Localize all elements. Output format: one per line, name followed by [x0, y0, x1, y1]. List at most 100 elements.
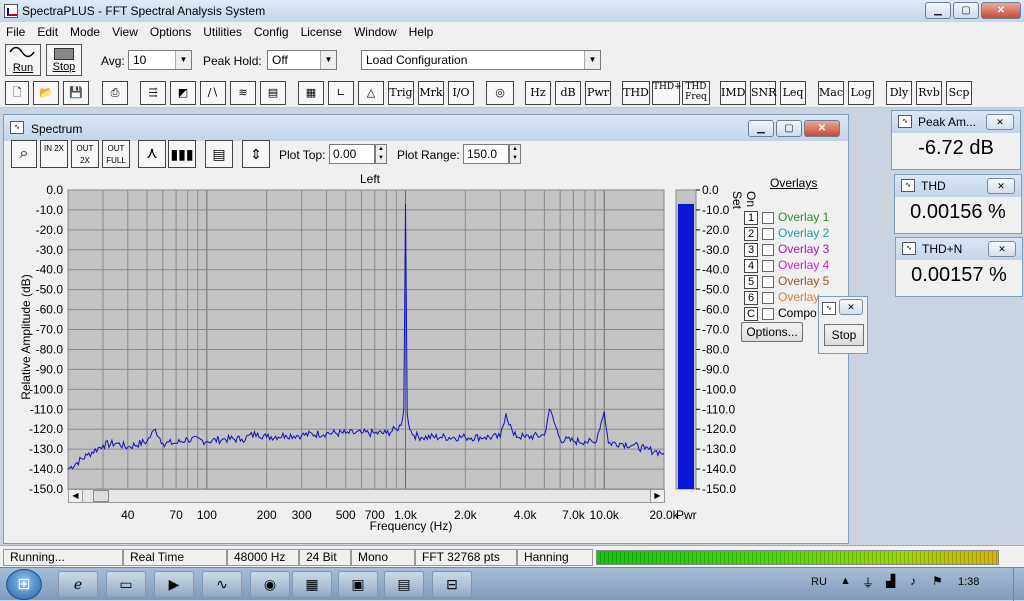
y-tick-label: -20.0 — [36, 223, 64, 237]
excel-icon[interactable]: ▦ — [292, 571, 332, 598]
pwr-tick-label: -60.0 — [702, 303, 730, 317]
spectraplus-taskbar-icon[interactable]: ⊟ — [432, 571, 472, 598]
stop-popup: ∿ ✕ Stop — [818, 296, 868, 354]
folder-icon[interactable]: ▭ — [106, 571, 146, 598]
status-mode: Real Time — [123, 549, 227, 566]
thd-value: 0.00156 % — [910, 201, 1006, 223]
overlay-row: 4 Overlay 4 — [744, 258, 844, 274]
overlay-set-button[interactable]: 3 — [744, 243, 758, 257]
chrome-icon[interactable]: ◉ — [250, 571, 290, 598]
volume-icon[interactable]: ♪ — [910, 574, 916, 588]
scroll-right-icon[interactable]: ▶ — [650, 490, 664, 502]
pwr-tick-label: -140.0 — [702, 462, 736, 476]
x-tick-label: 300 — [292, 508, 312, 522]
calculator-icon[interactable]: ▤ — [384, 571, 424, 598]
overlay-label: Overlay — [778, 290, 820, 304]
overlay-checkbox[interactable] — [762, 259, 774, 272]
x-tick-label: 500 — [336, 508, 356, 522]
x-tick-label: 200 — [257, 508, 277, 522]
overlay-row: 5 Overlay 5 — [744, 274, 844, 290]
overlay-row: 3 Overlay 3 — [744, 242, 844, 258]
y-tick-label: -70.0 — [36, 323, 64, 337]
clock[interactable]: 1:38 — [958, 576, 979, 588]
x-tick-label: 10.0k — [590, 508, 620, 522]
power-icon[interactable]: ⏚ — [862, 574, 874, 591]
waveform-app-icon[interactable]: ∿ — [202, 571, 242, 598]
overlay-row: 2 Overlay 2 — [744, 226, 844, 242]
meter-close-button[interactable]: ✕ — [986, 114, 1014, 130]
overlay-set-button[interactable]: 4 — [744, 259, 758, 273]
stop-generator-button[interactable]: Stop — [824, 324, 864, 346]
x-tick-label: 2.0k — [454, 508, 478, 522]
meter-thd[interactable]: ∿ THD ✕ 0.00156 % — [894, 174, 1022, 234]
y-tick-label: -30.0 — [36, 243, 64, 257]
plot-background — [67, 189, 665, 490]
overlay-checkbox[interactable] — [762, 211, 774, 224]
meter-title: THD — [921, 179, 946, 193]
flag-icon[interactable]: ⚑ — [932, 574, 943, 588]
pwr-tick-label: 0.0 — [702, 183, 719, 197]
overlay-checkbox[interactable] — [762, 227, 774, 240]
scroll-left-icon[interactable]: ◀ — [69, 490, 83, 502]
media-player-icon[interactable]: ▶ — [154, 571, 194, 598]
scroll-thumb[interactable] — [93, 490, 109, 502]
show-desktop-button[interactable] — [1013, 568, 1024, 601]
overlays-title: Overlays — [770, 176, 818, 190]
meter-peak-amplitude[interactable]: ∿ Peak Am... ✕ -6.72 dB — [891, 110, 1021, 170]
thdn-value: 0.00157 % — [911, 264, 1007, 286]
pwr-tick-label: -150.0 — [702, 482, 736, 496]
horizontal-scrollbar[interactable]: ◀ ▶ — [68, 489, 665, 503]
overlay-set-button[interactable]: 2 — [744, 227, 758, 241]
network-icon[interactable]: ▟ — [886, 574, 895, 588]
options-button[interactable]: Options... — [741, 322, 803, 342]
overlay-set-button[interactable]: C — [744, 307, 758, 321]
overlay-checkbox[interactable] — [762, 291, 774, 304]
save-app-icon[interactable]: ▣ — [338, 571, 378, 598]
overlay-label: Overlay 2 — [778, 226, 830, 240]
overlay-set-button[interactable]: 1 — [744, 211, 758, 225]
pwr-tick-label: -50.0 — [702, 283, 730, 297]
set-label: Set — [730, 191, 744, 210]
overlay-set-button[interactable]: 5 — [744, 275, 758, 289]
y-tick-label: -60.0 — [36, 303, 64, 317]
pwr-tick-label: -30.0 — [702, 243, 730, 257]
pwr-tick-label: -90.0 — [702, 362, 730, 376]
overlay-checkbox[interactable] — [762, 307, 774, 320]
status-fft: FFT 32768 pts — [415, 549, 517, 566]
stop-popup-close-button[interactable]: ✕ — [839, 299, 863, 315]
overlay-checkbox[interactable] — [762, 243, 774, 256]
y-tick-label: -110.0 — [30, 402, 63, 416]
overlay-label: Overlay 1 — [778, 210, 830, 224]
pwr-tick-label: -70.0 — [702, 323, 730, 337]
meter-icon: ∿ — [822, 302, 836, 315]
x-tick-label: 20.0k — [649, 508, 679, 522]
x-tick-label: 100 — [197, 508, 217, 522]
start-button[interactable]: ⊞ — [6, 569, 42, 600]
overlay-label: Overlay 4 — [778, 258, 830, 272]
x-tick-label: 4.0k — [514, 508, 538, 522]
meter-close-button[interactable]: ✕ — [988, 241, 1016, 257]
overlay-set-button[interactable]: 6 — [744, 291, 758, 305]
y-tick-label: -50.0 — [36, 283, 64, 297]
status-bits: 24 Bit — [299, 549, 351, 566]
meter-title: Peak Am... — [918, 115, 977, 129]
meter-icon: ∿ — [898, 115, 912, 128]
overlay-checkbox[interactable] — [762, 275, 774, 288]
meter-title: THD+N — [922, 242, 963, 256]
y-tick-label: -90.0 — [36, 362, 64, 376]
y-tick-label: -130.0 — [29, 442, 63, 456]
status-state: Running... — [3, 549, 123, 566]
y-tick-label: -150.0 — [29, 482, 63, 496]
overlay-label: Overlay 3 — [778, 242, 830, 256]
ie-icon[interactable]: ℯ — [58, 571, 98, 598]
status-window: Hanning — [517, 549, 593, 566]
pwr-tick-label: -10.0 — [702, 203, 730, 217]
chevron-up-icon[interactable]: ▲ — [840, 575, 851, 587]
meter-icon: ∿ — [902, 242, 916, 255]
language-indicator[interactable]: RU — [811, 576, 827, 588]
y-tick-label: -140.0 — [29, 462, 63, 476]
overlay-row: 1 Overlay 1 — [744, 210, 844, 226]
meter-close-button[interactable]: ✕ — [987, 178, 1015, 194]
meter-thdn[interactable]: ∿ THD+N ✕ 0.00157 % — [895, 237, 1023, 297]
spectrum-chart[interactable]: 0.0 -10.0 -20.0 -30.0 -40.0 -50.0 -60.0 -70.0 -8… — [0, 0, 1024, 600]
